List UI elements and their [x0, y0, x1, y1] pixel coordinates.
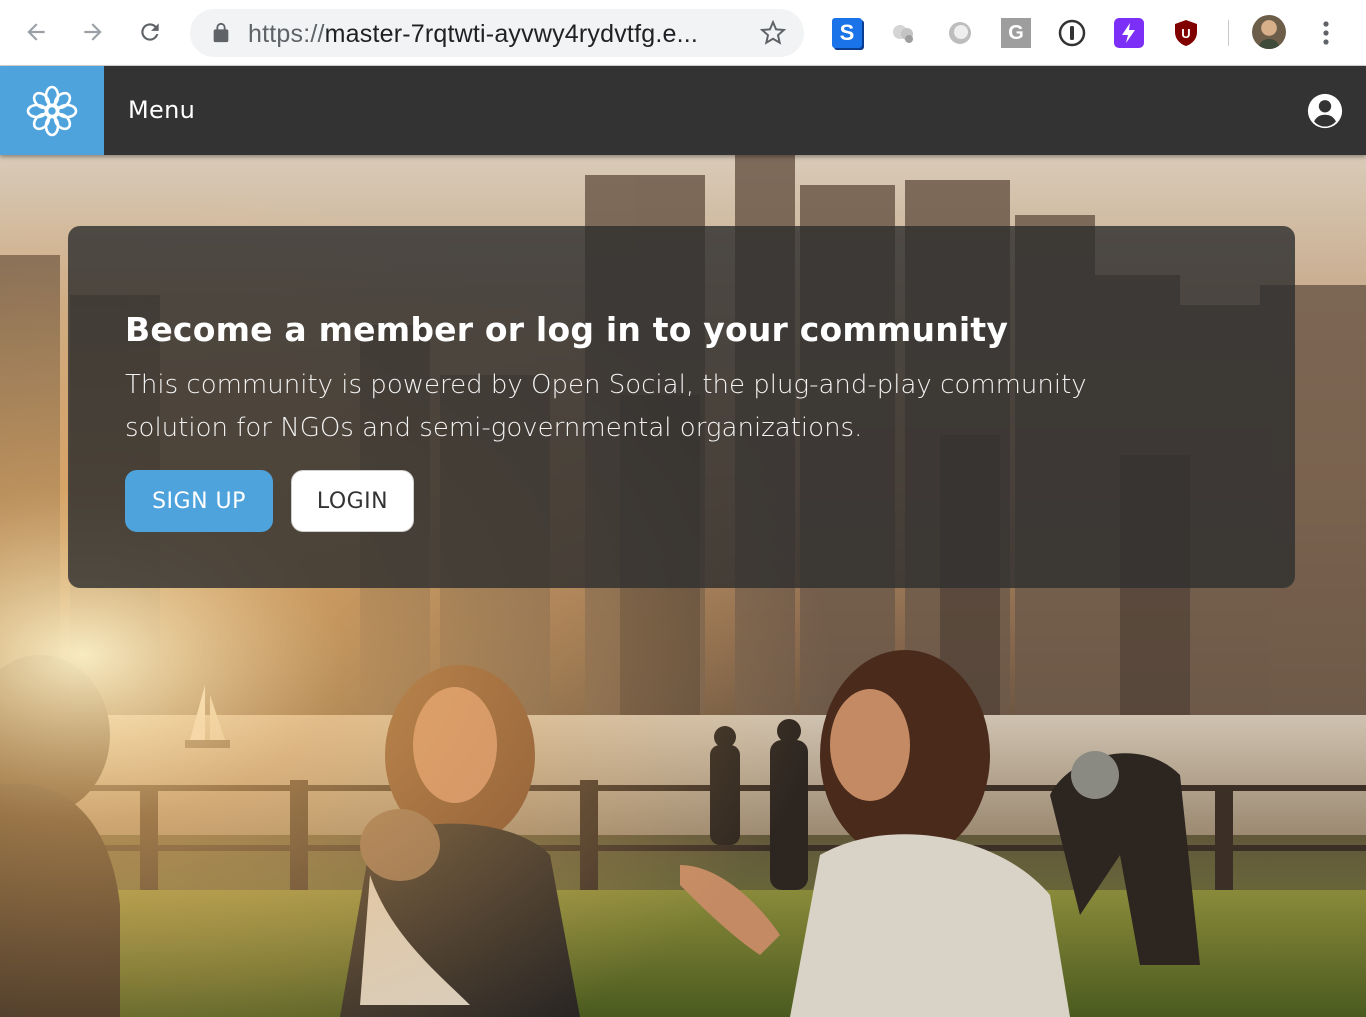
address-bar[interactable]: https://master-7rqtwti-ayvwy4rydvtfg.e..… — [190, 9, 804, 57]
g-extension-icon[interactable]: G — [1001, 18, 1031, 48]
welcome-description: This community is powered by Open Social… — [125, 370, 1087, 443]
arrow-left-icon — [27, 23, 45, 41]
lock-icon — [213, 22, 229, 43]
login-button[interactable]: LOGIN — [291, 470, 414, 532]
toolbar-divider — [1228, 20, 1229, 46]
ublock-extension-icon[interactable]: U — [1171, 18, 1201, 48]
ublock-extension-label: U — [1181, 26, 1190, 41]
welcome-title: Become a member or log in to your commun… — [125, 310, 1009, 349]
browser-toolbar: https://master-7rqtwti-ayvwy4rydvtfg.e..… — [0, 0, 1366, 66]
welcome-card: Become a member or log in to your commun… — [68, 226, 1295, 588]
s-extension-label: S — [839, 20, 855, 45]
circle-extension-icon[interactable] — [945, 18, 975, 48]
menu-button[interactable]: Menu — [128, 96, 195, 124]
more-options-icon[interactable] — [1314, 18, 1338, 48]
password-manager-icon[interactable] — [1057, 18, 1087, 48]
url-scheme: https:// — [248, 20, 325, 48]
site-header: Menu — [0, 66, 1366, 155]
flower-logo-icon — [26, 85, 78, 136]
url-text: https://master-7rqtwti-ayvwy4rydvtfg.e..… — [248, 20, 698, 49]
sign-up-button[interactable]: SIGN UP — [125, 470, 273, 532]
s-extension-icon[interactable]: S — [832, 18, 862, 48]
home-logo[interactable] — [0, 66, 104, 155]
account-icon[interactable] — [1306, 92, 1344, 130]
back-button[interactable] — [17, 13, 55, 51]
forward-button[interactable] — [74, 13, 112, 51]
profile-avatar[interactable] — [1252, 15, 1286, 49]
reload-icon — [141, 23, 159, 41]
g-extension-label: G — [1008, 21, 1024, 44]
hero-section: Become a member or log in to your commun… — [0, 155, 1366, 1017]
cloud-extension-icon[interactable] — [888, 18, 918, 48]
arrow-right-icon — [84, 23, 102, 41]
reload-button[interactable] — [131, 13, 169, 51]
bookmark-star-icon[interactable] — [760, 20, 786, 46]
url-host: master-7rqtwti-ayvwy4rydvtfg.e... — [324, 20, 699, 48]
bolt-extension-icon[interactable] — [1114, 18, 1144, 48]
